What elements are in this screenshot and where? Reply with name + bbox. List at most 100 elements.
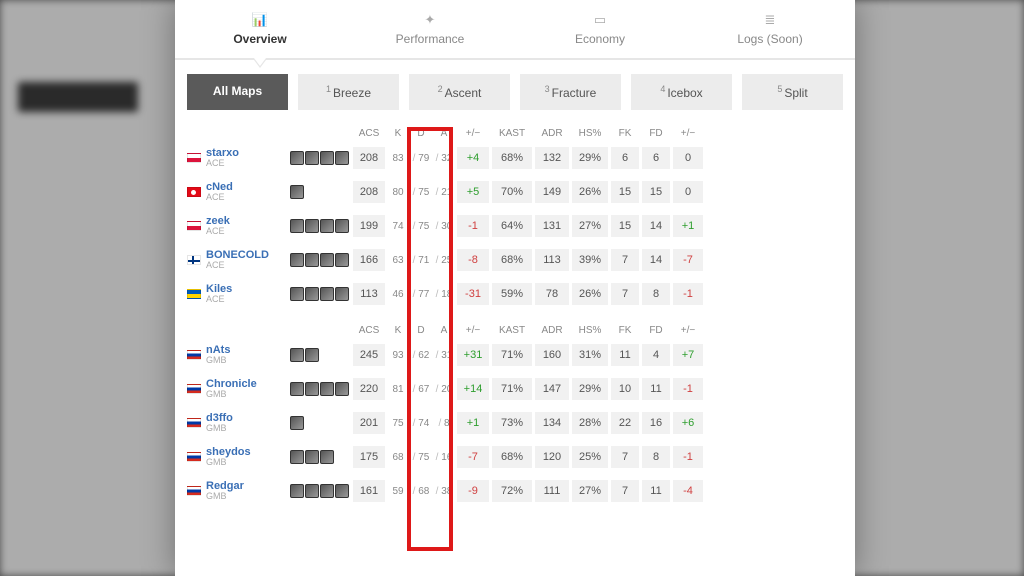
col-header: A: [434, 128, 454, 139]
fk-plusminus-cell: 0: [673, 147, 703, 169]
agent-icon: [305, 253, 319, 267]
col-header: ACS: [353, 128, 385, 139]
player-name: BONECOLD: [206, 249, 269, 261]
map-index: 2: [438, 84, 443, 94]
adr-cell: 147: [535, 378, 569, 400]
kast-cell: 73%: [492, 412, 532, 434]
player-row: starxoACE20883/ 79/ 32+468%13229%660: [187, 141, 843, 175]
player-name-cell[interactable]: ChronicleGMB: [187, 379, 287, 400]
col-header: KAST: [492, 325, 532, 336]
k-cell: 83: [388, 148, 408, 169]
player-row: KilesACE11346/ 77/ 18-3159%7826%78-1: [187, 277, 843, 311]
map-all-maps[interactable]: All Maps: [187, 74, 288, 110]
agent-icon: [290, 219, 304, 233]
flag-icon: [187, 255, 201, 265]
agent-icon: [290, 450, 304, 464]
player-name-cell[interactable]: KilesACE: [187, 284, 287, 305]
tab-overview[interactable]: 📊Overview: [175, 0, 345, 58]
kast-cell: 59%: [492, 283, 532, 305]
plusminus-cell: +1: [457, 412, 489, 434]
agent-icon: [305, 450, 319, 464]
player-team: ACE: [206, 193, 233, 202]
plusminus-cell: +5: [457, 181, 489, 203]
fk-cell: 7: [611, 283, 639, 305]
hs-cell: 26%: [572, 181, 608, 203]
player-name-cell[interactable]: cNedACE: [187, 182, 287, 203]
map-index: 3: [545, 84, 550, 94]
player-name-cell[interactable]: d3ffoGMB: [187, 413, 287, 434]
player-name-cell[interactable]: zeekACE: [187, 216, 287, 237]
team-block: ACSKDA+/−KASTADRHS%FKFD+/−nAtsGMB24593/ …: [187, 321, 843, 508]
plusminus-cell: -31: [457, 283, 489, 305]
kast-cell: 70%: [492, 181, 532, 203]
a-cell: / 20: [434, 379, 454, 400]
fk-plusminus-cell: +7: [673, 344, 703, 366]
d-cell: / 75: [411, 447, 431, 468]
player-name-cell[interactable]: RedgarGMB: [187, 481, 287, 502]
fk-plusminus-cell: -1: [673, 283, 703, 305]
agent-icon: [335, 253, 349, 267]
adr-cell: 149: [535, 181, 569, 203]
player-name: nAts: [206, 344, 230, 356]
fd-cell: 8: [642, 446, 670, 468]
agent-icons: [290, 416, 350, 430]
map-ascent[interactable]: 2Ascent: [409, 74, 510, 110]
agent-icon: [305, 219, 319, 233]
player-row: sheydosGMB17568/ 75/ 16-768%12025%78-1: [187, 440, 843, 474]
flag-icon: [187, 418, 201, 428]
fk-plusminus-cell: -1: [673, 378, 703, 400]
player-name-cell[interactable]: sheydosGMB: [187, 447, 287, 468]
agent-icons: [290, 348, 350, 362]
player-name-cell[interactable]: starxoACE: [187, 148, 287, 169]
a-cell: / 16: [434, 447, 454, 468]
col-header: +/−: [457, 325, 489, 336]
fk-cell: 15: [611, 181, 639, 203]
map-icebox[interactable]: 4Icebox: [631, 74, 732, 110]
player-name-cell[interactable]: BONECOLDACE: [187, 250, 287, 271]
plusminus-cell: -8: [457, 249, 489, 271]
adr-cell: 78: [535, 283, 569, 305]
map-breeze[interactable]: 1Breeze: [298, 74, 399, 110]
tab-logs-soon-[interactable]: ≣Logs (Soon): [685, 0, 855, 58]
player-row: d3ffoGMB20175/ 74/ 8+173%13428%2216+6: [187, 406, 843, 440]
fk-cell: 7: [611, 249, 639, 271]
fd-cell: 14: [642, 215, 670, 237]
k-cell: 93: [388, 345, 408, 366]
tab-performance[interactable]: ✦Performance: [345, 0, 515, 58]
player-name: starxo: [206, 147, 239, 159]
k-cell: 63: [388, 250, 408, 271]
map-label: Split: [784, 86, 807, 100]
kast-cell: 68%: [492, 147, 532, 169]
adr-cell: 132: [535, 147, 569, 169]
stats-panel: 📊Overview✦Performance▭Economy≣Logs (Soon…: [175, 0, 855, 576]
col-header: ADR: [535, 325, 569, 336]
a-cell: / 25: [434, 250, 454, 271]
agent-icon: [320, 382, 334, 396]
adr-cell: 113: [535, 249, 569, 271]
col-header: +/−: [673, 128, 703, 139]
map-split[interactable]: 5Split: [742, 74, 843, 110]
player-row: nAtsGMB24593/ 62/ 31+3171%16031%114+7: [187, 338, 843, 372]
k-cell: 81: [388, 379, 408, 400]
agent-icon: [320, 287, 334, 301]
fd-cell: 8: [642, 283, 670, 305]
map-fracture[interactable]: 3Fracture: [520, 74, 621, 110]
fk-plusminus-cell: -4: [673, 480, 703, 502]
a-cell: / 21: [434, 182, 454, 203]
player-name: Kiles: [206, 283, 232, 295]
adr-cell: 160: [535, 344, 569, 366]
d-cell: / 79: [411, 148, 431, 169]
fk-cell: 22: [611, 412, 639, 434]
col-header: FK: [611, 128, 639, 139]
acs-cell: 220: [353, 378, 385, 400]
agent-icons: [290, 287, 350, 301]
tab-economy[interactable]: ▭Economy: [515, 0, 685, 58]
acs-cell: 175: [353, 446, 385, 468]
agent-icon: [335, 151, 349, 165]
col-header: A: [434, 325, 454, 336]
map-index: 1: [326, 84, 331, 94]
d-cell: / 77: [411, 284, 431, 305]
player-team: ACE: [206, 261, 269, 270]
agent-icon: [290, 416, 304, 430]
player-name-cell[interactable]: nAtsGMB: [187, 345, 287, 366]
